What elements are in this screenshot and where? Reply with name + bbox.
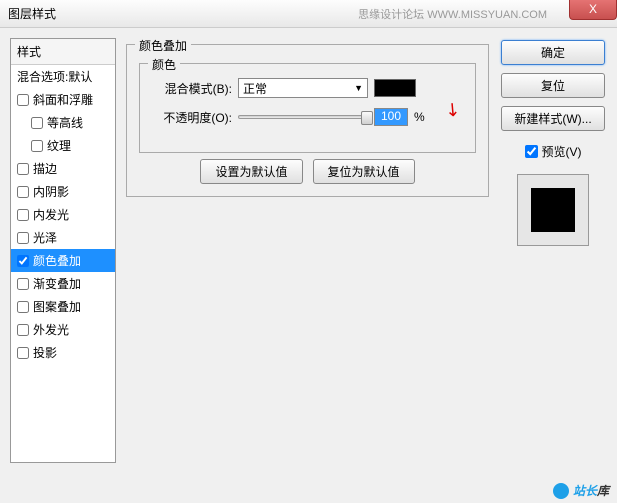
style-label: 纹理: [47, 137, 71, 154]
style-label: 图案叠加: [33, 298, 81, 315]
footer-text: 站长库: [573, 482, 609, 499]
blend-mode-label: 混合模式(B):: [152, 80, 232, 97]
new-style-button[interactable]: 新建样式(W)...: [501, 106, 605, 131]
style-checkbox[interactable]: [17, 347, 29, 359]
style-item[interactable]: 颜色叠加: [11, 249, 115, 272]
chevron-down-icon: ▼: [354, 83, 363, 93]
style-checkbox[interactable]: [17, 186, 29, 198]
opacity-unit: %: [414, 110, 425, 124]
opacity-slider[interactable]: [238, 115, 368, 119]
set-default-button[interactable]: 设置为默认值: [200, 159, 302, 184]
styles-list: 样式 混合选项:默认 斜面和浮雕等高线纹理描边内阴影内发光光泽颜色叠加渐变叠加图…: [10, 38, 116, 463]
style-item[interactable]: 斜面和浮雕: [11, 88, 115, 111]
logo-icon: [553, 483, 569, 499]
preview-swatch: [531, 188, 575, 232]
right-panel: 确定 复位 新建样式(W)... 预览(V): [499, 38, 607, 463]
style-label: 投影: [33, 344, 57, 361]
style-item[interactable]: 外发光: [11, 318, 115, 341]
cancel-button[interactable]: 复位: [501, 73, 605, 98]
opacity-label: 不透明度(O):: [152, 109, 232, 126]
opacity-input[interactable]: 100: [374, 108, 408, 126]
style-label: 内阴影: [33, 183, 69, 200]
style-label: 等高线: [47, 114, 83, 131]
style-checkbox[interactable]: [17, 232, 29, 244]
defaults-row: 设置为默认值 复位为默认值: [139, 159, 476, 184]
color-group-label: 颜色: [148, 56, 180, 73]
style-checkbox[interactable]: [31, 117, 43, 129]
style-item[interactable]: 内阴影: [11, 180, 115, 203]
blend-mode-value: 正常: [243, 80, 267, 97]
style-label: 斜面和浮雕: [33, 91, 93, 108]
close-icon: X: [589, 2, 597, 16]
style-item[interactable]: 描边: [11, 157, 115, 180]
titlebar: 图层样式 思缘设计论坛 WWW.MISSYUAN.COM X: [0, 0, 617, 28]
blend-mode-dropdown[interactable]: 正常 ▼: [238, 78, 368, 98]
style-checkbox[interactable]: [17, 278, 29, 290]
style-checkbox[interactable]: [17, 209, 29, 221]
preview-checkbox-row[interactable]: 预览(V): [525, 143, 582, 160]
style-checkbox[interactable]: [17, 163, 29, 175]
color-overlay-group: 颜色叠加 颜色 混合模式(B): 正常 ▼ 不透明度(O): 100: [126, 44, 489, 197]
footer-watermark: 站长库: [553, 482, 609, 499]
opacity-row: 不透明度(O): 100 %: [152, 108, 463, 126]
style-item[interactable]: 纹理: [11, 134, 115, 157]
color-group: 颜色 混合模式(B): 正常 ▼ 不透明度(O): 100 %: [139, 63, 476, 153]
reset-default-button[interactable]: 复位为默认值: [313, 159, 415, 184]
blend-mode-row: 混合模式(B): 正常 ▼: [152, 78, 463, 98]
slider-thumb-icon: [361, 111, 373, 125]
settings-panel: 颜色叠加 颜色 混合模式(B): 正常 ▼ 不透明度(O): 100: [126, 38, 489, 463]
style-label: 内发光: [33, 206, 69, 223]
dialog-body: 样式 混合选项:默认 斜面和浮雕等高线纹理描边内阴影内发光光泽颜色叠加渐变叠加图…: [0, 28, 617, 473]
panel-title: 颜色叠加: [135, 37, 191, 54]
style-checkbox[interactable]: [31, 140, 43, 152]
style-item[interactable]: 光泽: [11, 226, 115, 249]
color-swatch[interactable]: [374, 79, 416, 97]
close-button[interactable]: X: [569, 0, 617, 20]
style-item[interactable]: 投影: [11, 341, 115, 364]
style-checkbox[interactable]: [17, 324, 29, 336]
style-checkbox[interactable]: [17, 255, 29, 267]
style-label: 外发光: [33, 321, 69, 338]
style-checkbox[interactable]: [17, 94, 29, 106]
style-label: 光泽: [33, 229, 57, 246]
preview-checkbox[interactable]: [525, 145, 538, 158]
style-label: 渐变叠加: [33, 275, 81, 292]
style-item[interactable]: 图案叠加: [11, 295, 115, 318]
style-label: 描边: [33, 160, 57, 177]
ok-button[interactable]: 确定: [501, 40, 605, 65]
style-item[interactable]: 内发光: [11, 203, 115, 226]
style-checkbox[interactable]: [17, 301, 29, 313]
style-item[interactable]: 等高线: [11, 111, 115, 134]
style-item[interactable]: 渐变叠加: [11, 272, 115, 295]
styles-header: 样式: [11, 39, 115, 65]
watermark-text: 思缘设计论坛 WWW.MISSYUAN.COM: [358, 6, 547, 22]
preview-label: 预览(V): [542, 143, 582, 160]
preview-box: [517, 174, 589, 246]
style-label: 颜色叠加: [33, 252, 81, 269]
window-title: 图层样式: [8, 5, 56, 22]
blend-options-defaults[interactable]: 混合选项:默认: [11, 65, 115, 88]
